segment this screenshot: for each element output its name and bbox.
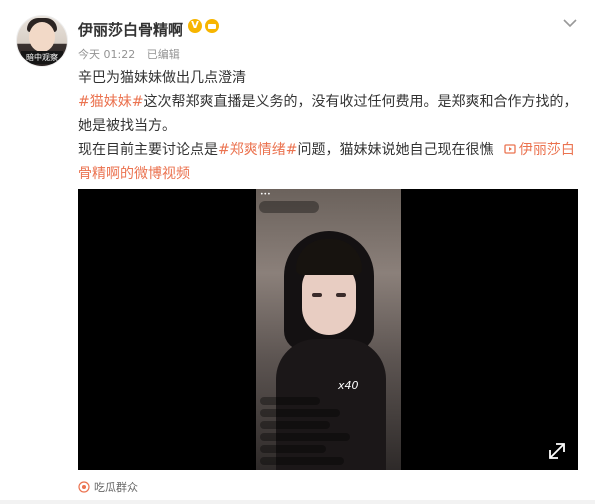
author-name[interactable]: 伊丽莎白骨精啊 <box>78 19 183 40</box>
live-comment <box>260 433 350 441</box>
video-link-b[interactable]: 骨精啊的微博视频 <box>78 166 190 182</box>
post-time[interactable]: 今天 01:22 <box>78 48 135 61</box>
post-meta: 今天 01:22 已编辑 <box>78 46 188 62</box>
location-icon <box>78 481 90 493</box>
hashtag-link[interactable]: #猫妹妹# <box>78 94 143 110</box>
verified-icon: V <box>188 19 202 33</box>
phone-status-bar: ••• <box>260 191 271 198</box>
post-footer: 吃瓜群众 <box>78 479 138 495</box>
live-comment <box>260 457 344 465</box>
person-eye <box>312 293 322 297</box>
live-comment <box>260 397 320 405</box>
post-text-line-2: #猫妹妹#这次帮郑爽直播是义务的，没有收过任何费用。是郑爽和合作方找的， <box>78 90 578 114</box>
video-link-a[interactable]: 伊丽莎白 <box>519 142 575 158</box>
divider <box>0 500 595 504</box>
post-text-segment: 现在目前主要讨论点是 <box>78 142 218 158</box>
source-link[interactable]: 吃瓜群众 <box>94 481 138 494</box>
live-comment <box>260 409 340 417</box>
video-frame: ••• x40 <box>256 189 401 470</box>
weibo-post-card: 暗中观察 伊丽莎白骨精啊 V 今天 01:22 已编辑 辛巴为猫妹妹做出几点澄清… <box>0 0 595 504</box>
post-text-line-4: 现在目前主要讨论点是#郑爽情绪#问题，猫妹妹说她自己现在很憔 伊丽莎白 <box>78 138 578 162</box>
post-text-line-5: 骨精啊的微博视频 <box>78 162 578 186</box>
stream-header <box>259 201 319 213</box>
avatar-tag: 暗中观察 <box>21 51 63 64</box>
avatar-face <box>29 22 55 52</box>
video-link-icon <box>504 144 516 154</box>
fullscreen-icon[interactable] <box>548 442 566 460</box>
gift-count: x40 <box>338 379 359 392</box>
chevron-down-icon[interactable] <box>563 18 577 28</box>
edited-label[interactable]: 已编辑 <box>147 48 180 61</box>
author-avatar[interactable]: 暗中观察 <box>16 15 68 67</box>
live-comment <box>260 445 326 453</box>
post-text-segment: 问题，猫妹妹说她自己现在很憔 <box>297 142 494 158</box>
person-eye <box>336 293 346 297</box>
post-text-line-1: 辛巴为猫妹妹做出几点澄清 <box>78 70 246 86</box>
video-player[interactable]: ••• x40 <box>78 189 578 470</box>
fan-badge-icon[interactable] <box>204 18 220 34</box>
hashtag-link[interactable]: #郑爽情绪# <box>218 142 297 158</box>
post-text-segment: 这次帮郑爽直播是义务的，没有收过任何费用。是郑爽和合作方找的， <box>143 94 578 110</box>
live-comment <box>260 421 330 429</box>
post-text-line-3: 她是被找当方。 <box>78 118 176 134</box>
